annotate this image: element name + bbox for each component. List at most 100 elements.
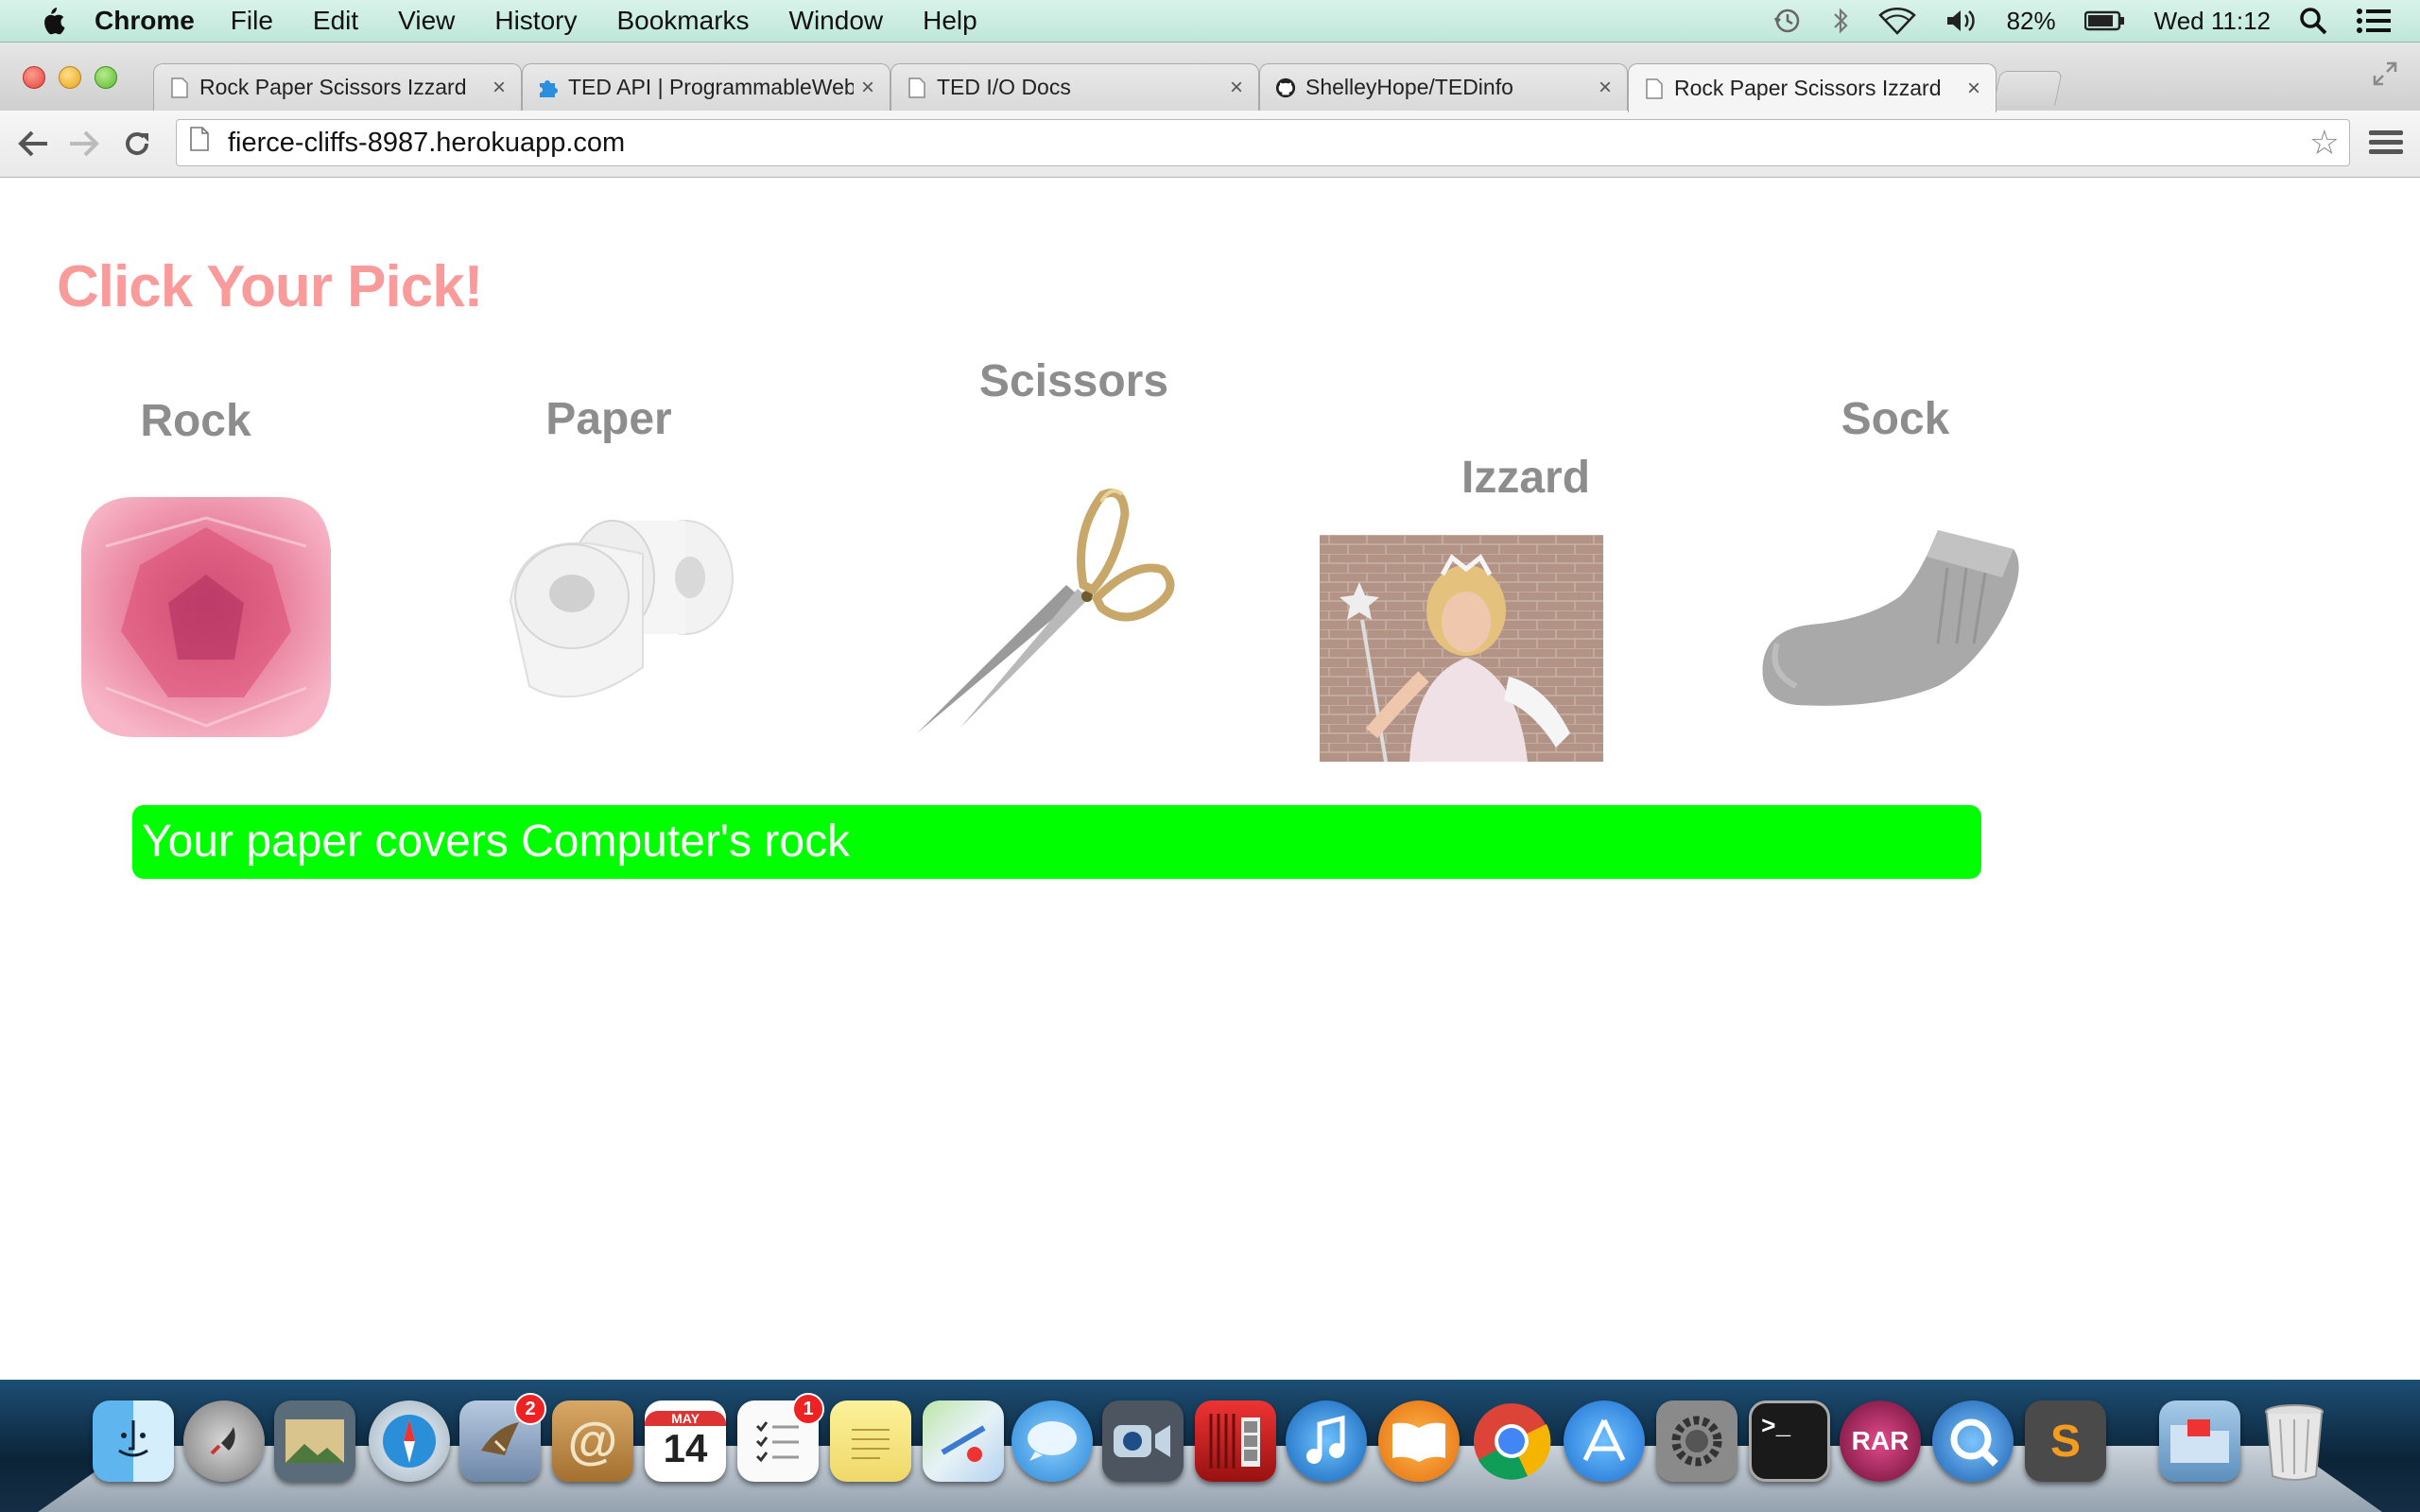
apple-logo-icon[interactable] <box>38 5 66 37</box>
sublime-text-icon[interactable]: S <box>2025 1400 2106 1482</box>
volume-icon[interactable] <box>1945 7 1979 35</box>
notification-center-icon[interactable] <box>2356 7 2392 35</box>
scissors-image[interactable] <box>908 473 1182 747</box>
tab-close-icon[interactable]: × <box>493 75 506 101</box>
spotlight-search-icon[interactable] <box>2299 7 2327 35</box>
page-content: Click Your Pick! Rock Paper Scissors Izz… <box>0 178 2420 1380</box>
tab-title: ShelleyHope/TEDinfo <box>1305 75 1513 99</box>
close-window-button[interactable] <box>23 66 45 89</box>
finder-icon[interactable] <box>93 1400 174 1482</box>
mail-badge: 2 <box>514 1393 546 1425</box>
page-icon <box>190 127 209 159</box>
quicktime-icon[interactable] <box>1932 1400 2014 1482</box>
puzzle-icon <box>538 77 559 98</box>
status-area: 82% Wed 11:12 <box>1772 0 2420 42</box>
calendar-day: 14 <box>663 1426 708 1470</box>
page-icon <box>907 77 927 98</box>
app-store-icon[interactable] <box>1564 1400 1645 1482</box>
choice-sock[interactable]: Sock <box>1739 393 2099 752</box>
bookmark-star-icon[interactable]: ☆ <box>2309 123 2340 163</box>
photo-booth-icon[interactable] <box>1195 1400 1276 1482</box>
tab-close-icon[interactable]: × <box>1967 76 1980 102</box>
battery-percent[interactable]: 82% <box>2007 7 2056 36</box>
menu-view[interactable]: View <box>398 6 455 36</box>
browser-toolbar: ☆ <box>0 111 2420 178</box>
choice-paper[interactable]: Paper <box>473 393 756 752</box>
calendar-icon[interactable]: MAY 14 <box>645 1400 726 1482</box>
wifi-icon[interactable] <box>1877 7 1916 35</box>
address-bar[interactable]: ☆ <box>176 119 2350 166</box>
photos-icon[interactable] <box>274 1400 355 1482</box>
minimize-window-button[interactable] <box>59 66 81 89</box>
toilet-paper-image[interactable] <box>492 497 756 719</box>
tab-rock-paper-scissors-1[interactable]: Rock Paper Scissors Izzard × <box>153 63 522 111</box>
tab-title: TED I/O Docs <box>937 75 1071 99</box>
tab-ted-api[interactable]: TED API | ProgrammableWeb × <box>522 63 890 111</box>
messages-icon[interactable] <box>1011 1400 1093 1482</box>
chrome-menu-icon[interactable] <box>2369 126 2403 160</box>
menu-bookmarks[interactable]: Bookmarks <box>616 6 749 36</box>
tab-shelleyhope-tedinfo[interactable]: ShelleyHope/TEDinfo × <box>1259 63 1628 111</box>
page-icon <box>169 77 190 98</box>
tab-strip: Rock Paper Scissors Izzard × TED API | P… <box>0 43 2420 112</box>
choice-label-rock: Rock <box>140 396 251 446</box>
tab-close-icon[interactable]: × <box>861 75 874 101</box>
choice-label-sock: Sock <box>1841 394 1950 444</box>
menu-bar: Chrome File Edit View History Bookmarks … <box>0 0 2420 43</box>
reload-button[interactable] <box>117 124 157 163</box>
mail-icon[interactable]: 2 <box>459 1393 546 1482</box>
maps-icon[interactable] <box>923 1400 1004 1482</box>
facetime-icon[interactable] <box>1102 1400 1184 1482</box>
reminders-badge: 1 <box>792 1393 824 1425</box>
menu-file[interactable]: File <box>231 6 273 36</box>
system-preferences-icon[interactable] <box>1656 1400 1737 1482</box>
ibooks-icon[interactable] <box>1378 1400 1460 1482</box>
izzard-photo[interactable] <box>1320 535 1603 762</box>
time-machine-icon[interactable] <box>1772 6 1803 36</box>
chrome-icon[interactable] <box>1471 1400 1552 1482</box>
browser-window: Rock Paper Scissors Izzard × TED API | P… <box>0 43 2420 1380</box>
forward-button[interactable] <box>64 124 104 163</box>
back-button[interactable] <box>13 124 53 163</box>
tab-ted-io-docs[interactable]: TED I/O Docs × <box>890 63 1259 111</box>
itunes-icon[interactable] <box>1286 1400 1367 1482</box>
tab-title: Rock Paper Scissors Izzard <box>199 75 467 99</box>
menu-edit[interactable]: Edit <box>313 6 358 36</box>
menu-help[interactable]: Help <box>923 6 977 36</box>
choice-izzard[interactable]: Izzard <box>1318 452 1668 811</box>
choice-rock[interactable]: Rock <box>57 395 340 754</box>
battery-icon[interactable] <box>2083 9 2126 32</box>
sublime-label: S <box>2049 1416 2081 1467</box>
choice-label-izzard: Izzard <box>1461 453 1591 503</box>
menu-window[interactable]: Window <box>789 6 884 36</box>
menu-app-chrome[interactable]: Chrome <box>95 6 195 36</box>
rar-icon[interactable]: RAR <box>1840 1400 1921 1482</box>
terminal-icon[interactable]: >_ <box>1749 1400 1830 1482</box>
trash-icon[interactable] <box>2254 1400 2335 1482</box>
rar-label: RAR <box>1851 1426 1910 1455</box>
clock[interactable]: Wed 11:12 <box>2154 7 2271 36</box>
bluetooth-icon[interactable] <box>1831 7 1850 35</box>
new-tab-button[interactable] <box>1993 71 2063 106</box>
choice-label-scissors: Scissors <box>978 356 1169 406</box>
sock-image[interactable] <box>1749 511 2023 714</box>
notes-icon[interactable] <box>830 1400 911 1482</box>
reminders-icon[interactable]: 1 <box>737 1393 824 1482</box>
downloads-folder-icon[interactable] <box>2159 1400 2240 1482</box>
safari-icon[interactable] <box>369 1400 450 1482</box>
tab-close-icon[interactable]: × <box>1599 75 1612 101</box>
ruby-gem-image[interactable] <box>78 490 335 749</box>
github-icon <box>1275 77 1296 98</box>
launchpad-icon[interactable] <box>183 1400 265 1482</box>
fullscreen-icon[interactable] <box>2371 60 2399 93</box>
menu-history[interactable]: History <box>494 6 577 36</box>
tab-close-icon[interactable]: × <box>1230 75 1243 101</box>
tab-rock-paper-scissors-active[interactable]: Rock Paper Scissors Izzard × <box>1628 63 1996 112</box>
zoom-window-button[interactable] <box>95 66 117 89</box>
choice-scissors[interactable]: Scissors <box>908 355 1248 771</box>
terminal-prompt: >_ <box>1761 1413 1791 1441</box>
choice-label-paper: Paper <box>545 394 672 444</box>
calendar-month: MAY <box>645 1411 726 1426</box>
url-input[interactable] <box>226 126 2309 160</box>
contacts-icon[interactable]: @ <box>552 1400 633 1482</box>
